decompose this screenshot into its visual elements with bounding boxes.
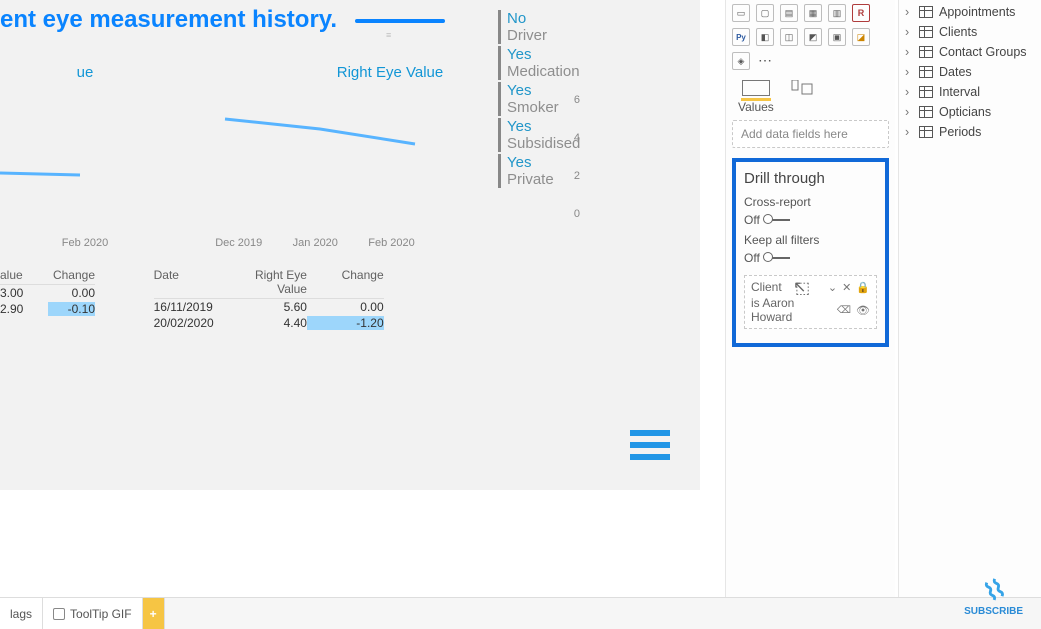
values-well[interactable]: Add data fields here — [732, 120, 889, 148]
viz-arcgis-icon[interactable]: ◈ — [732, 52, 750, 70]
table-icon — [919, 106, 933, 118]
cross-report-label: Cross-report — [744, 195, 877, 209]
table-appointments[interactable]: ›Appointments — [899, 2, 1041, 22]
more-visuals-icon[interactable]: ⋯ — [758, 52, 772, 70]
viz-python-icon[interactable]: Py — [732, 28, 750, 46]
x-tick: Feb 2020 — [368, 237, 414, 249]
title-divider — [355, 19, 445, 23]
table-row: 2.90 -0.10 — [0, 301, 95, 317]
col-header: alue — [0, 268, 48, 282]
y-tick: 0 — [574, 208, 580, 220]
fields-pane: ›Appointments ›Clients ›Contact Groups ›… — [898, 0, 1041, 598]
table-row: 3.00 0.00 — [0, 285, 95, 301]
table-periods[interactable]: ›Periods — [899, 122, 1041, 142]
viz-r-icon[interactable]: R — [852, 4, 870, 22]
left-chart-title: ue — [0, 64, 170, 81]
drill-field-name: Client — [751, 280, 782, 294]
drill-field-filter: is Aaron Howard — [751, 296, 837, 324]
table-icon — [919, 26, 933, 38]
drill-through-section: Drill through Cross-report Off Keep all … — [732, 158, 889, 347]
col-header: Change — [307, 268, 384, 296]
viz-keyinf-icon[interactable]: ◧ — [756, 28, 774, 46]
x-tick: Jan 2020 — [293, 237, 338, 249]
report-canvas[interactable]: ent eye measurement history. ≡ ue Feb 20… — [0, 0, 700, 490]
viz-slicer-icon[interactable]: ▥ — [828, 4, 846, 22]
left-table[interactable]: alue Change 3.00 0.00 2.90 -0.10 — [0, 268, 95, 317]
viz-decomp-icon[interactable]: ◫ — [780, 28, 798, 46]
left-eye-chart[interactable]: ue Feb 2020 — [0, 64, 170, 249]
keep-filters-toggle[interactable]: Off — [744, 251, 790, 265]
page-tab-flags[interactable]: lags — [0, 598, 43, 629]
chevron-down-icon[interactable]: ⌄ — [828, 281, 837, 294]
col-header: Change — [48, 268, 96, 282]
add-page-button[interactable]: + — [143, 598, 165, 629]
drill-through-title: Drill through — [744, 170, 877, 187]
table-icon — [919, 46, 933, 58]
viz-kpi-icon[interactable]: ▢ — [756, 4, 774, 22]
page-title: ent eye measurement history. — [0, 6, 337, 34]
table-clients[interactable]: ›Clients — [899, 22, 1041, 42]
viz-table-icon[interactable]: ▤ — [780, 4, 798, 22]
viz-custom-icon[interactable]: ◪ — [852, 28, 870, 46]
dna-icon: ⌇⌇ — [980, 575, 1008, 609]
table-icon — [919, 6, 933, 18]
slicer-private[interactable]: Yes Private — [498, 154, 648, 188]
visualizations-pane: ▭ ▢ ▤ ▦ ▥ R Py ◧ ◫ ◩ ▣ ◪ ◈ ⋯ Values Add … — [725, 0, 895, 598]
keep-filters-label: Keep all filters — [744, 233, 877, 247]
eye-icon[interactable] — [856, 304, 870, 317]
drag-handle-icon[interactable]: ≡ — [386, 30, 392, 40]
slicer-subsidised[interactable]: Yes Subsidised — [498, 118, 648, 152]
table-icon — [919, 126, 933, 138]
slicer-smoker[interactable]: Yes Smoker — [498, 82, 648, 116]
page-tab-bar: lags ToolTip GIF + — [0, 597, 1041, 629]
page-tab-tooltip-gif[interactable]: ToolTip GIF — [43, 598, 143, 629]
viz-qna-icon[interactable]: ◩ — [804, 28, 822, 46]
right-table[interactable]: Date Right Eye Value Change 16/11/2019 5… — [154, 268, 384, 331]
fields-tab-icon[interactable] — [742, 80, 770, 96]
format-tab-icon[interactable] — [788, 80, 816, 96]
table-contact-groups[interactable]: ›Contact Groups — [899, 42, 1041, 62]
viz-matrix-icon[interactable]: ▦ — [804, 4, 822, 22]
cross-report-toggle[interactable]: Off — [744, 213, 790, 227]
table-interval[interactable]: ›Interval — [899, 82, 1041, 102]
clear-filter-icon[interactable] — [837, 304, 851, 317]
gif-icon — [53, 608, 65, 620]
close-icon[interactable]: ✕ — [842, 281, 851, 294]
brand-logo[interactable]: ⌇⌇ SUBSCRIBE — [964, 577, 1023, 617]
table-row: 20/02/2020 4.40 -1.20 — [154, 315, 384, 331]
x-tick: Feb 2020 — [62, 237, 108, 249]
hamburger-menu-button[interactable] — [630, 430, 670, 460]
viz-card-icon[interactable]: ▭ — [732, 4, 750, 22]
viz-paginated-icon[interactable]: ▣ — [828, 28, 846, 46]
table-icon — [919, 66, 933, 78]
table-icon — [919, 86, 933, 98]
col-header: Right Eye Value — [230, 268, 307, 296]
table-opticians[interactable]: ›Opticians — [899, 102, 1041, 122]
x-tick: Dec 2019 — [215, 237, 262, 249]
table-row: 16/11/2019 5.60 0.00 — [154, 299, 384, 315]
slicer-medication[interactable]: Yes Medication — [498, 46, 648, 80]
col-header: Date — [154, 268, 231, 296]
lock-icon[interactable]: 🔒 — [856, 281, 870, 294]
table-dates[interactable]: ›Dates — [899, 62, 1041, 82]
values-label: Values — [738, 100, 889, 114]
viz-gallery: ▭ ▢ ▤ ▦ ▥ R Py ◧ ◫ ◩ ▣ ◪ ◈ ⋯ — [732, 4, 889, 70]
slicer-driver[interactable]: No Driver — [498, 10, 648, 44]
slicer-panel: No Driver Yes Medication Yes Smoker Yes … — [498, 10, 648, 190]
drill-field-client[interactable]: Client ⌄ ✕ 🔒 is Aaron Howard ⬚ ↖ — [744, 275, 877, 329]
